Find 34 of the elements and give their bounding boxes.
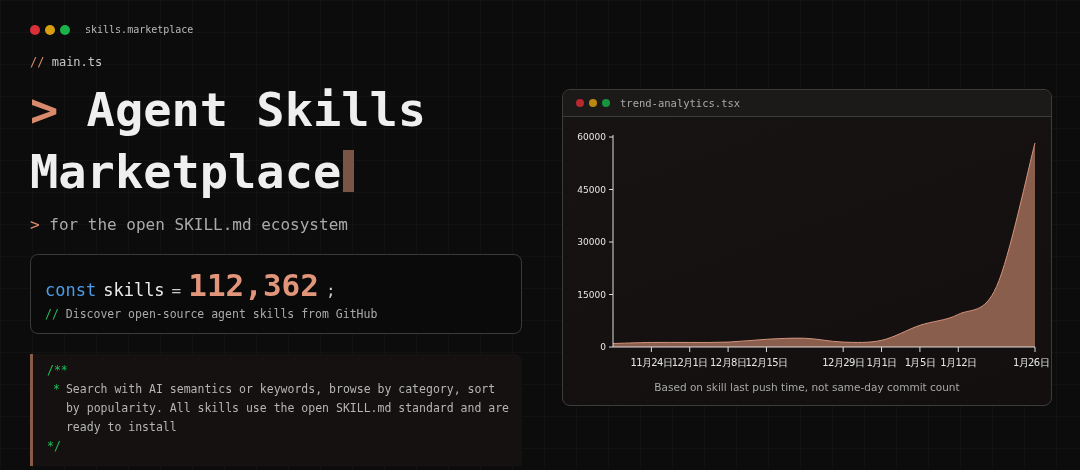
window-controls-icon: [576, 99, 612, 107]
y-tick-label: 45000: [577, 184, 606, 195]
window-title: trend-analytics.tsx: [620, 97, 741, 109]
x-tick-label: 12月29日: [822, 357, 865, 368]
y-tick-label: 0: [600, 342, 606, 352]
x-tick-label: 12月1日: [671, 357, 708, 368]
x-tick-label: 1月26日: [1012, 357, 1049, 368]
tagline: for the open SKILL.md ecosystem: [49, 215, 348, 234]
chart-caption: Based on skill last push time, not same-day commit count: [653, 380, 961, 395]
y-tick-label: 60000: [577, 132, 606, 142]
description-text: Search with AI semantics or keywords, browse by category, sort by popularity. All skills use the open SKILL.md standard and are ready to install: [65, 381, 510, 436]
comment-prefix: //: [45, 307, 59, 321]
y-tick-label: 15000: [577, 289, 606, 300]
code-semicolon: ;: [325, 281, 336, 300]
code-keyword: const: [45, 280, 97, 300]
comment-open: /**: [47, 362, 69, 379]
code-comment: Discover open-source agent skills from GitHub: [65, 307, 378, 321]
x-tick-label: 1月5日: [904, 357, 936, 368]
comment-close: */: [47, 438, 62, 455]
skill-count: 112,362: [188, 267, 319, 303]
prompt-symbol: >: [30, 215, 40, 234]
x-tick-label: 12月15日: [745, 357, 788, 368]
comment-bullet: *: [53, 381, 60, 398]
x-tick-label: 11月24日: [630, 357, 673, 368]
code-variable: skills: [103, 280, 165, 300]
y-tick-label: 30000: [577, 237, 606, 247]
x-tick-label: 1月12日: [940, 357, 977, 368]
page-title: > Agent Skills Marketplace: [30, 81, 428, 201]
x-tick-label: 1月1日: [866, 357, 897, 368]
file-name: main.ts: [51, 55, 103, 69]
comment-prefix: //: [30, 55, 45, 69]
site-title: skills.marketplace: [85, 24, 194, 35]
x-tick-label: 12月8日: [710, 357, 747, 368]
code-operator: =: [171, 281, 182, 300]
